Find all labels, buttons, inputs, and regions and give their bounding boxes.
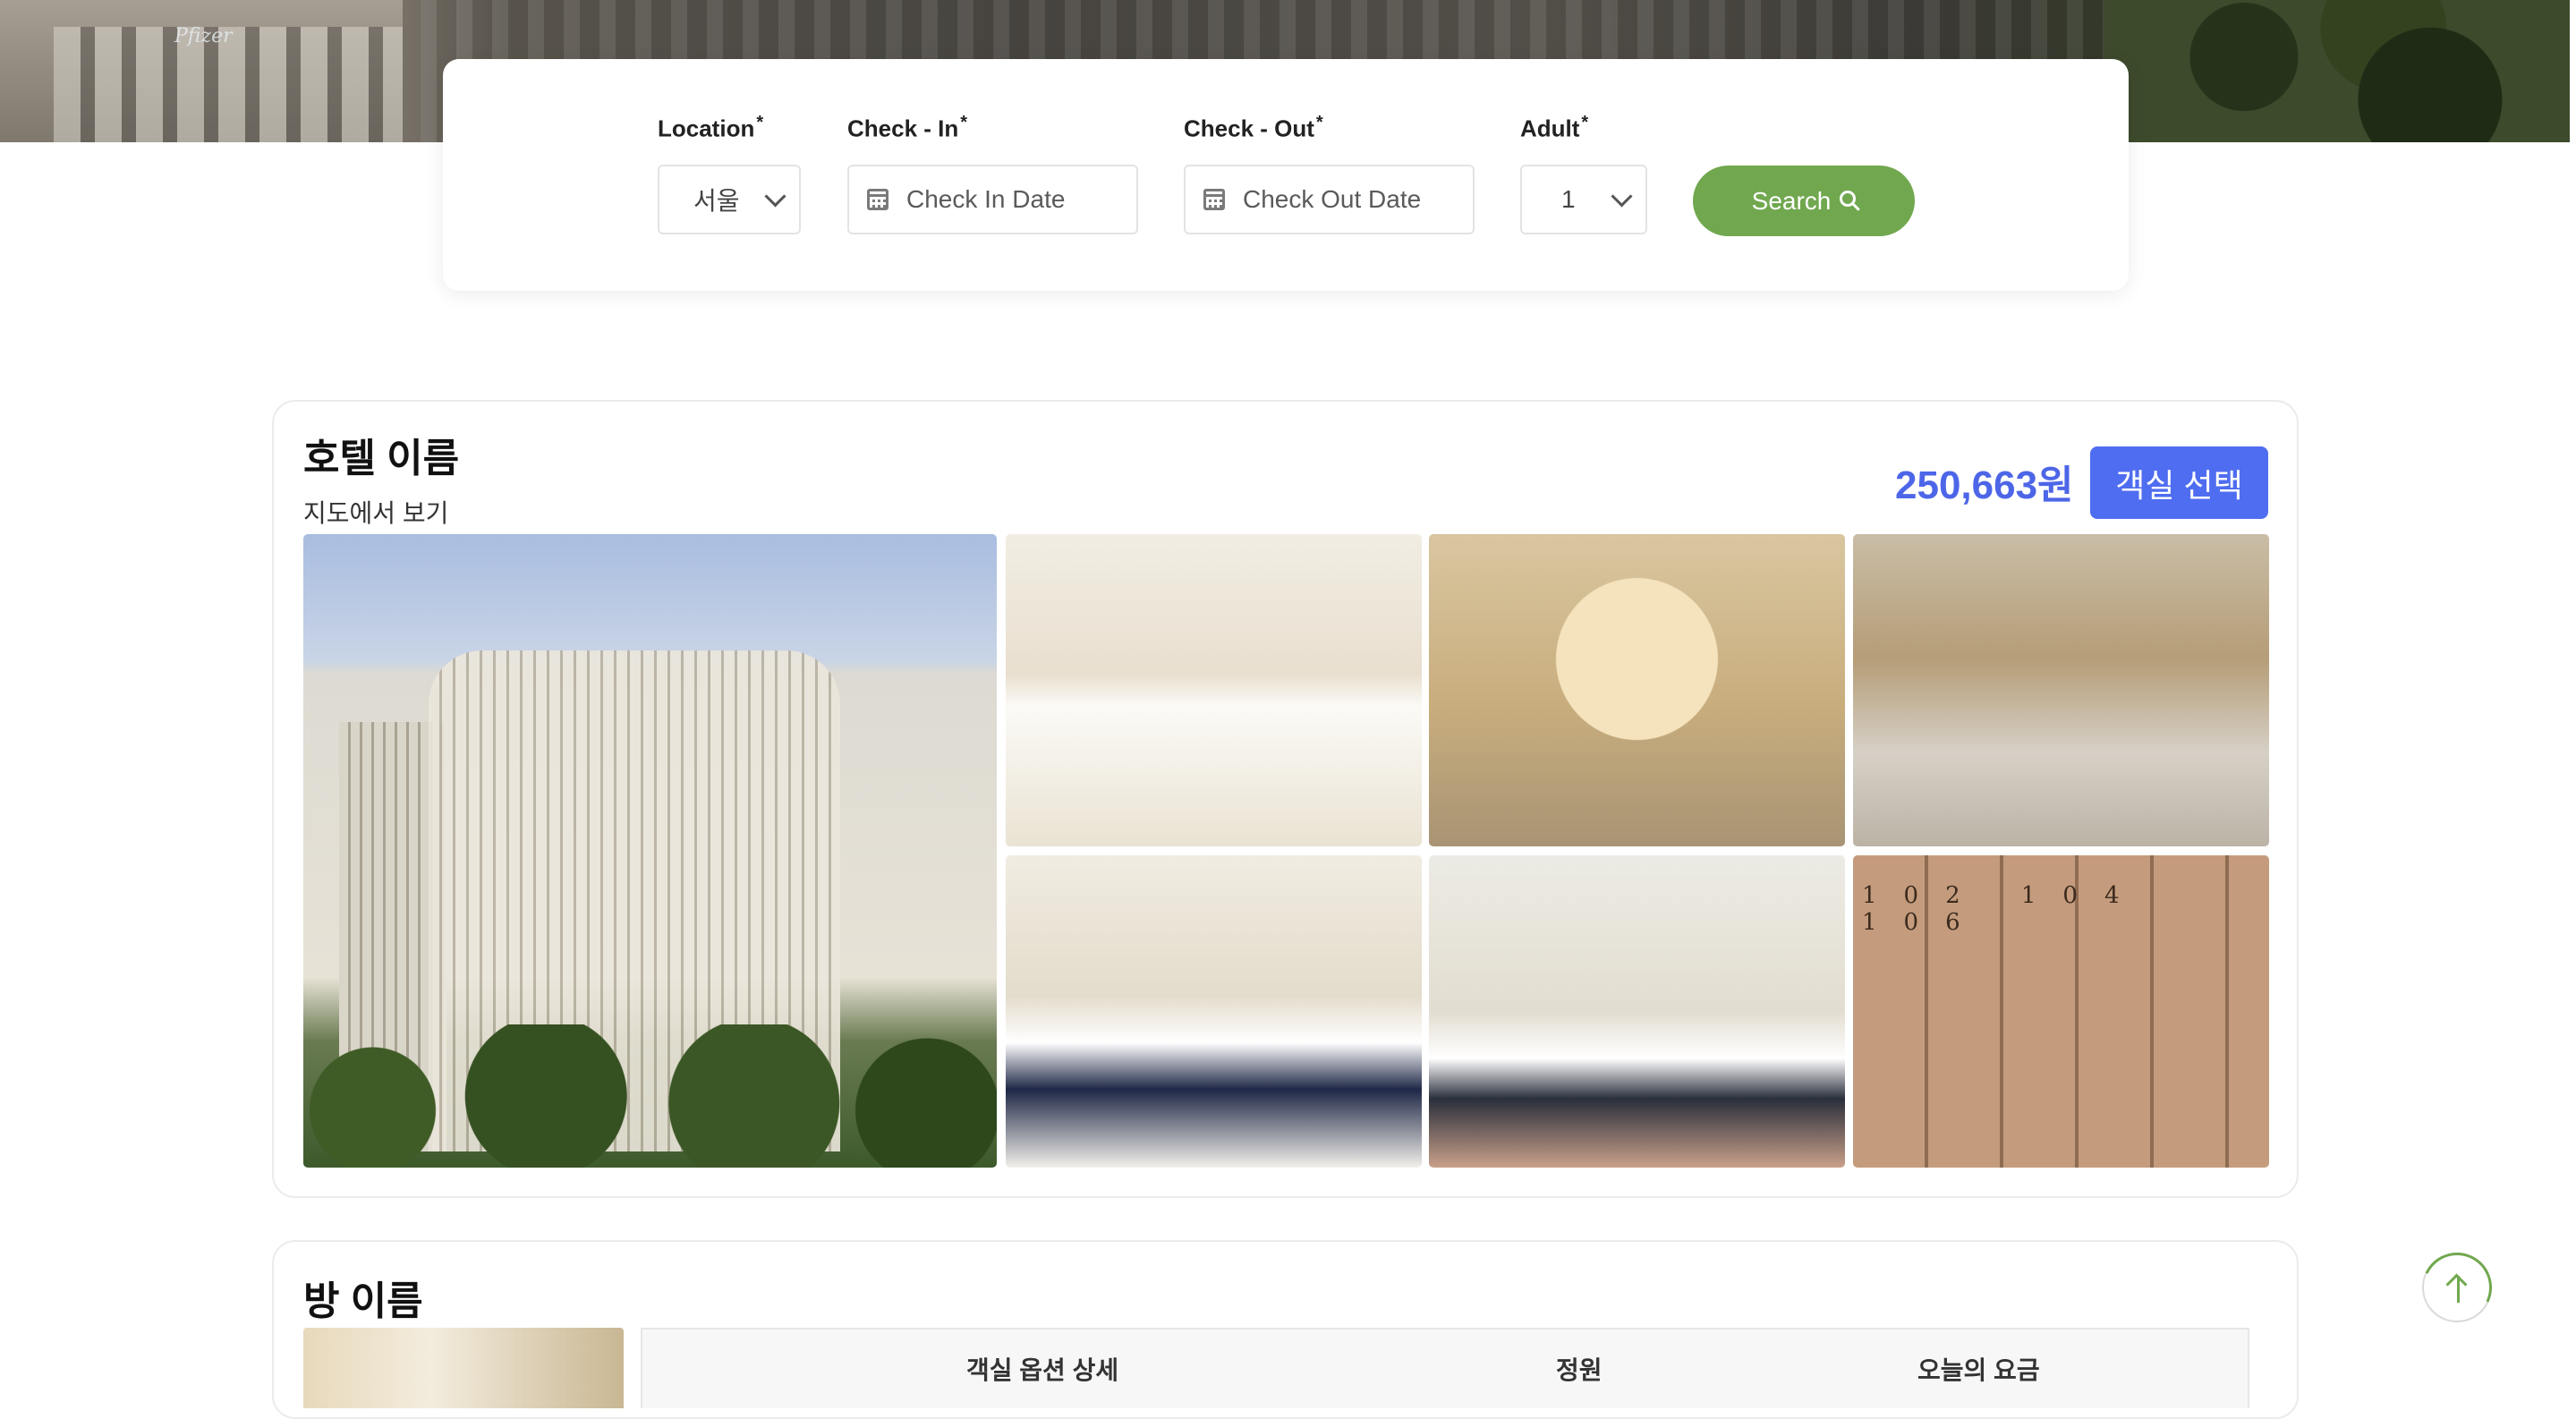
arrow-up-icon xyxy=(2457,1276,2460,1303)
hotel-price: 250,663원 xyxy=(1895,463,2074,507)
chevron-down-icon xyxy=(764,184,786,208)
photo-trees xyxy=(303,1024,997,1168)
checkin-placeholder: Check In Date xyxy=(906,185,1066,213)
location-label: Location * xyxy=(658,113,763,143)
room-photo-3[interactable] xyxy=(1429,855,1845,1168)
adult-select-value: 1 xyxy=(1561,185,1576,213)
location-select-value: 서울 xyxy=(693,187,740,215)
view-on-map-link[interactable]: 지도에서 보기 xyxy=(303,494,448,530)
required-mark: * xyxy=(1581,113,1589,132)
lobby-photo-1[interactable] xyxy=(1429,534,1845,846)
adult-label: Adult * xyxy=(1520,113,1588,143)
adult-label-text: Adult xyxy=(1520,115,1580,142)
scroll-to-top-button[interactable] xyxy=(2422,1253,2492,1322)
adult-select[interactable]: 1 xyxy=(1520,165,1647,234)
hero-trees xyxy=(2104,0,2570,142)
checkout-date-input[interactable]: Check Out Date xyxy=(1184,165,1475,234)
locker-photo[interactable]: 102 104 106 xyxy=(1853,855,2269,1168)
room-photo-2[interactable] xyxy=(1006,855,1422,1168)
calendar-icon xyxy=(1203,189,1225,210)
checkin-date-input[interactable]: Check In Date xyxy=(847,165,1138,234)
location-select[interactable]: 서울 xyxy=(658,165,801,234)
search-button[interactable]: Search xyxy=(1693,166,1915,236)
chevron-down-icon xyxy=(1611,184,1633,208)
hero-logo: Pfizer xyxy=(174,25,233,47)
required-mark: * xyxy=(756,113,764,132)
room-photo-1[interactable] xyxy=(1006,534,1422,846)
checkout-label: Check - Out * xyxy=(1184,113,1323,143)
location-label-text: Location xyxy=(658,115,755,142)
checkin-label-text: Check - In xyxy=(847,115,959,142)
table-header-capacity: 정원 xyxy=(1556,1356,1603,1384)
select-room-button[interactable]: 객실 선택 xyxy=(2090,446,2268,519)
lobby-photo-2[interactable] xyxy=(1853,534,2269,846)
checkout-label-text: Check - Out xyxy=(1184,115,1314,142)
calendar-icon xyxy=(867,189,888,210)
checkout-placeholder: Check Out Date xyxy=(1243,185,1422,213)
search-icon xyxy=(1840,190,1857,207)
search-button-label: Search xyxy=(1751,186,1832,215)
hotel-exterior-photo[interactable] xyxy=(303,534,997,1168)
checkin-label: Check - In * xyxy=(847,113,967,143)
locker-numbers: 102 104 106 xyxy=(1862,882,2147,936)
room-thumbnail[interactable] xyxy=(303,1328,624,1408)
hotel-name: 호텔 이름 xyxy=(303,437,460,480)
required-mark: * xyxy=(1315,113,1323,132)
required-mark: * xyxy=(960,113,968,132)
room-name: 방 이름 xyxy=(303,1279,423,1323)
table-header-today-rate: 오늘의 요금 xyxy=(1917,1356,2040,1384)
table-header-options: 객실 옵션 상세 xyxy=(966,1356,1119,1384)
